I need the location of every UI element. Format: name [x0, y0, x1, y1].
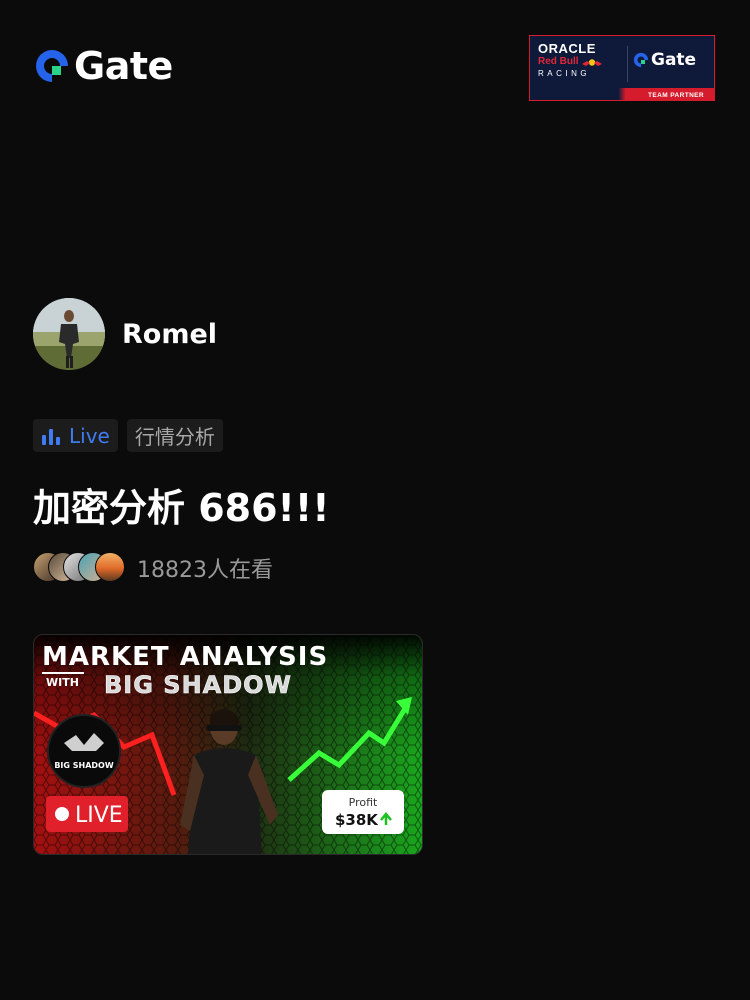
viewers-row: 18823人在看	[33, 552, 273, 584]
tag-row: Live 行情分析	[33, 419, 223, 452]
thumb-headline: MARKET ANALYSIS	[42, 642, 328, 672]
with-underline	[42, 672, 84, 674]
badge-divider	[627, 46, 628, 82]
gate-logo[interactable]: Gate	[34, 44, 173, 88]
red-bull-racing-logo: ORACLE Red Bull RACING	[538, 42, 620, 86]
logo-text: Gate	[74, 44, 173, 88]
thumb-logo-text: BIG SHADOW	[54, 761, 114, 770]
stream-thumbnail[interactable]: MARKET ANALYSIS WITH BIG SHADOW BIG SHAD…	[33, 634, 423, 855]
viewer-avatar	[95, 552, 125, 582]
red-bull-row: Red Bull	[538, 56, 620, 68]
badge-gate-logo: Gate	[633, 51, 696, 69]
thumbnail-art: MARKET ANALYSIS WITH BIG SHADOW BIG SHAD…	[34, 635, 422, 854]
gate-logo-icon	[36, 50, 68, 82]
category-tag[interactable]: 行情分析	[126, 419, 223, 452]
thumb-profit-label: Profit	[349, 796, 378, 809]
live-dot-icon	[55, 807, 69, 821]
author-avatar[interactable]	[33, 298, 105, 370]
viewer-avatars	[33, 552, 129, 584]
red-bull-text: Red Bull	[538, 56, 579, 67]
thumb-live-label: LIVE	[75, 803, 123, 828]
oracle-text: ORACLE	[538, 41, 596, 56]
partner-badge[interactable]: ORACLE Red Bull RACING Gate TEAM PARTNER	[529, 35, 715, 101]
gate-logo-icon	[633, 52, 649, 68]
thumb-profit-value: $38K	[335, 811, 379, 829]
team-partner-text: TEAM PARTNER	[648, 92, 704, 99]
thumb-with: WITH	[46, 676, 79, 689]
thumb-subheadline: BIG SHADOW	[104, 671, 292, 699]
author-photo	[33, 298, 105, 370]
viewer-count: 18823人在看	[137, 558, 273, 583]
stream-title: 加密分析 686!!!	[33, 486, 330, 530]
live-tag[interactable]: Live	[33, 419, 118, 452]
author-name[interactable]: Romel	[122, 319, 217, 350]
bar-chart-icon	[42, 428, 60, 445]
badge-gate-text: Gate	[651, 50, 697, 70]
racing-text: RACING	[538, 69, 591, 78]
page: Gate ORACLE Red Bull RACING Gate TEAM PA…	[0, 0, 750, 1000]
bull-icon	[581, 58, 602, 66]
live-tag-label: Live	[69, 423, 110, 448]
author-row[interactable]: Romel	[33, 298, 217, 370]
